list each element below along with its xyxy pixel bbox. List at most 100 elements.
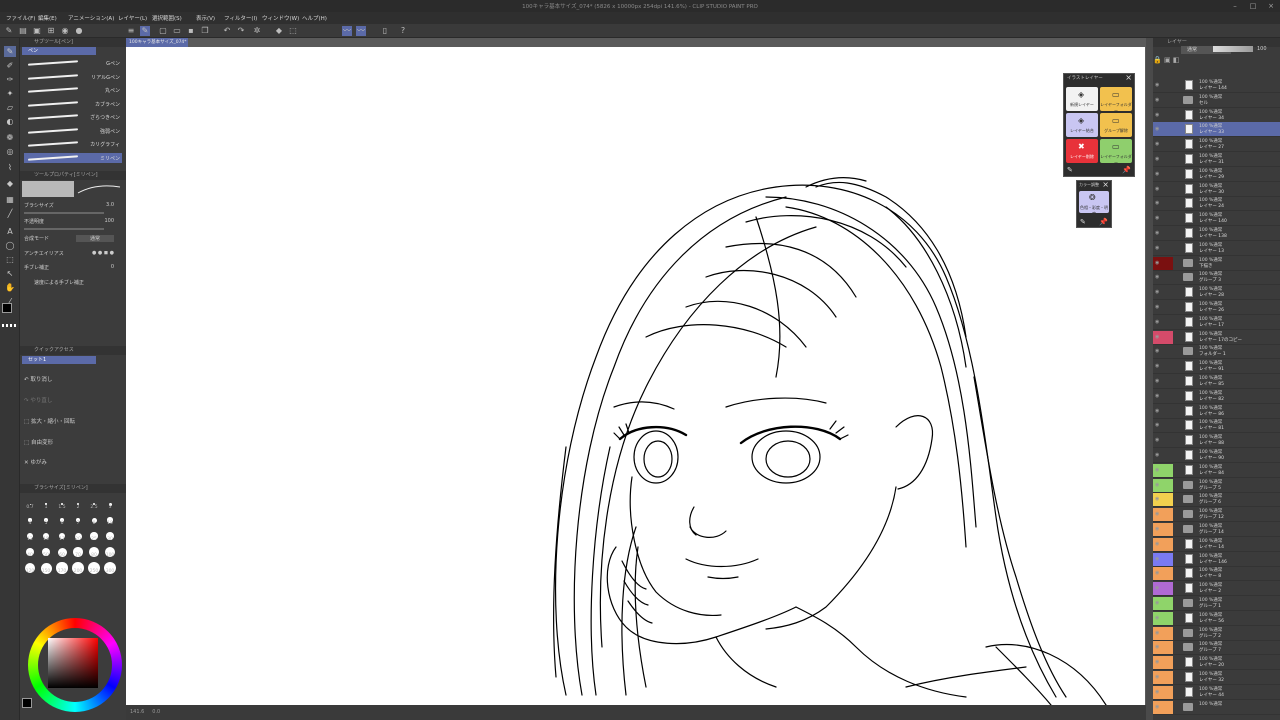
visibility-eye-icon[interactable]: ◉ [1155,556,1161,562]
visibility-eye-icon[interactable]: ◉ [1155,378,1161,384]
layer-folder-row[interactable]: ◉ 100 %通常 セル [1153,93,1280,108]
menu-lines-icon[interactable]: ≡ [126,26,136,36]
layer-folder-row[interactable]: ◉ 100 %通常 グループ 7 [1153,640,1280,656]
layer-row[interactable]: ◉ 100 %通常 レイヤー 140 [1153,211,1280,227]
maximize-icon[interactable]: □ [1246,1,1260,11]
visibility-eye-icon[interactable]: ◉ [1155,334,1161,340]
layer-row[interactable]: ◉ 100 %通常 レイヤー 30 [1153,182,1280,197]
minimize-icon[interactable]: – [1228,1,1242,11]
menu-layer[interactable]: レイヤー(L) [118,14,147,22]
airbrush-tool-icon[interactable]: ✦ [4,88,16,99]
open-file-icon[interactable]: ▭ [172,26,182,36]
visibility-eye-icon[interactable]: ◉ [1155,689,1161,695]
layer-row[interactable]: ◉ 100 %通常 レイヤー 33 [1153,122,1280,138]
layer-row[interactable]: ◉ 100 %通常 レイヤー 144 [1153,78,1280,93]
doc-icon[interactable]: ▯ [380,26,390,36]
brush-item[interactable]: 強弱ペン [24,126,122,136]
layer-row[interactable]: ◉ 100 %通常 レイヤー 20 [1153,655,1280,671]
visibility-eye-icon[interactable]: ◉ [1155,644,1161,650]
visibility-eye-icon[interactable]: ◉ [1155,260,1161,266]
fill-icon[interactable]: ◆ [274,26,284,36]
visibility-eye-icon[interactable]: ◉ [1155,393,1161,399]
brush-tool-icon[interactable]: ✑ [4,74,16,85]
layer-row[interactable]: ◉ 100 %通常 レイヤー 44 [1153,685,1280,700]
quick-redo[interactable]: ↷ やり直し [24,396,52,404]
brush-size-value[interactable]: 3.0 [106,202,114,208]
zoom-value[interactable]: 141.6 [130,709,144,715]
layer-row[interactable]: ◉ 100 %通常 レイヤー 91 [1153,359,1280,375]
visibility-eye-icon[interactable]: ◉ [1155,496,1161,502]
visibility-eye-icon[interactable]: ◉ [1155,82,1161,88]
visibility-eye-icon[interactable]: ◉ [1155,230,1161,236]
menu-window[interactable]: ウィンドウ(W) [262,14,299,22]
figure-tool-icon[interactable]: ◎ [4,146,16,157]
layer-folder-row[interactable]: ◉ 100 %通常 グループ 3 [1153,270,1280,286]
new-file-icon[interactable]: ▢ [158,26,168,36]
color-main-small[interactable] [22,698,32,708]
right-scrollbar[interactable] [1146,38,1153,720]
quick-access-tab[interactable]: セット1 [22,356,96,364]
visibility-eye-icon[interactable]: ◉ [1155,615,1161,621]
help-icon[interactable]: ? [398,26,408,36]
layer-folder-row[interactable]: ◉ 100 %通常 グループ 1 [1153,596,1280,611]
layer-row[interactable]: ◉ 100 %通常 レイヤー 14 [1153,537,1280,552]
visibility-eye-icon[interactable]: ◉ [1155,511,1161,517]
visibility-eye-icon[interactable]: ◉ [1155,289,1161,295]
lasso-tool-icon[interactable]: ⌇ [4,162,16,173]
layer-row[interactable]: ◉ 100 %通常 レイヤー 88 [1153,433,1280,449]
angle-value[interactable]: 0.0 [152,709,160,715]
layer-row[interactable]: ◉ 100 %通常 レイヤー 31 [1153,152,1280,167]
mic-icon[interactable]: ● [74,26,84,36]
layer-row[interactable]: ◉ 100 %通常 レイヤー 32 [1153,670,1280,685]
layer-row[interactable]: ◉ 100 %通常 レイヤー 24 [1153,196,1280,212]
antialias-row[interactable]: アンチエイリアス ● ● ◼ ● [24,250,122,259]
redo-icon[interactable]: ↷ [236,26,246,36]
line-tool-icon[interactable]: ╱ [4,208,16,219]
visibility-eye-icon[interactable]: ◉ [1155,200,1161,206]
brush-item[interactable]: ミリペン [24,152,122,163]
visibility-eye-icon[interactable]: ◉ [1155,245,1161,251]
visibility-eye-icon[interactable]: ◉ [1155,141,1161,147]
pen-mode-icon[interactable]: ✎ [140,26,150,36]
layer-folder-row[interactable]: ◉ 100 %通常 グループ 5 [1153,478,1280,493]
brush-item[interactable]: カリグラフィ [24,139,122,149]
layer-folder-row[interactable]: ◉ 100 %通常 グループ 14 [1153,522,1280,537]
visibility-eye-icon[interactable]: ◉ [1155,630,1161,636]
layer-row[interactable]: ◉ 100 %通常 レイヤー 13 [1153,241,1280,256]
layout-icon[interactable]: ▤ [18,26,28,36]
brush-size-slider[interactable] [24,212,104,214]
visibility-eye-icon[interactable]: ◉ [1155,97,1161,103]
quick-warp[interactable]: ✕ ゆがみ [24,458,47,466]
brush-item[interactable]: 丸ペン [24,85,122,95]
menu-animation[interactable]: アニメーション(A) [68,14,114,22]
visibility-eye-icon[interactable]: ◉ [1155,156,1161,162]
layer-folder-row[interactable]: ◉ 100 %通常 グループ 12 [1153,507,1280,523]
visibility-eye-icon[interactable]: ◉ [1155,186,1161,192]
saturation-square[interactable] [48,638,98,688]
close-palette-icon[interactable]: × [1125,73,1132,82]
visibility-eye-icon[interactable]: ◉ [1155,570,1161,576]
panel-icon[interactable]: ▣ [32,26,42,36]
frame-tool-icon[interactable]: ⬚ [4,254,16,265]
layer-folder-row[interactable]: ◉ 100 %通常 下描き [1153,256,1280,271]
layer-row[interactable]: ◉ 100 %通常 レイヤー 29 [1153,167,1280,182]
layer-row[interactable]: ◉ 100 %通常 レイヤー 27 [1153,137,1280,153]
speed-stabilize-row[interactable]: 速度による手ブレ補正 [24,279,122,288]
layer-folder-row[interactable]: ◉ 100 %通常 グループ 2 [1153,626,1280,641]
stabilize-value[interactable]: 0 [111,264,114,270]
eraser-tool-icon[interactable]: ▱ [4,102,16,113]
visibility-eye-icon[interactable]: ◉ [1155,526,1161,532]
visibility-eye-icon[interactable]: ◉ [1155,408,1161,414]
opacity-row[interactable]: 不透明度 100 [24,218,122,227]
close-icon[interactable]: × [1264,1,1278,11]
pen-tool-icon[interactable]: ✎ [4,46,16,57]
layer-folder2-button[interactable]: ▭ レイヤーフォルダー [1100,139,1132,165]
layer-ref-icon[interactable]: ◧ [1173,56,1180,64]
main-color-swatch[interactable] [2,303,12,313]
new-layer-button[interactable]: ◈ 新規レイヤー [1066,87,1098,111]
layer-mask-icon[interactable]: ▣ [1164,56,1171,64]
menu-help[interactable]: ヘルプ(H) [302,14,327,22]
transform-icon[interactable]: ⬚ [288,26,298,36]
visibility-eye-icon[interactable]: ◉ [1155,215,1161,221]
menu-selection[interactable]: 選択範囲(S) [152,14,182,22]
